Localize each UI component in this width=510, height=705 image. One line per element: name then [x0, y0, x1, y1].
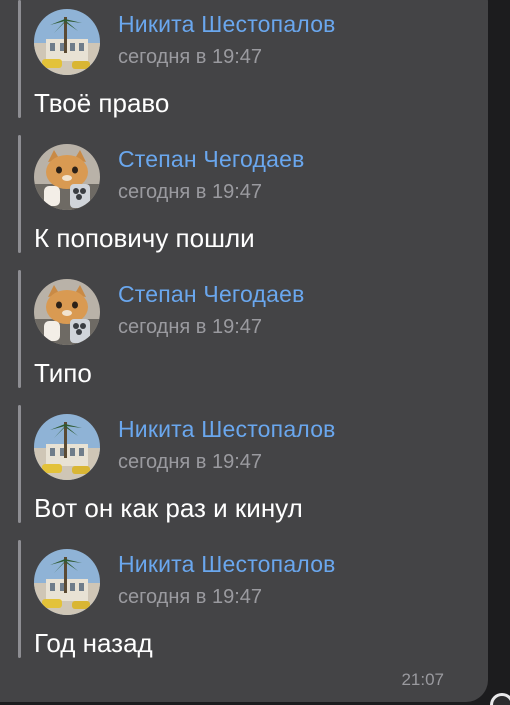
chat-screen: Никита Шестопалов сегодня в 19:47 Твоё п… — [0, 0, 510, 705]
message-timestamp: сегодня в 19:47 — [118, 46, 262, 68]
author-name[interactable]: Никита Шестопалов — [118, 416, 336, 443]
message-timestamp: сегодня в 19:47 — [118, 451, 262, 473]
sent-time: 21:07 — [401, 670, 444, 689]
author-name[interactable]: Степан Чегодаев — [118, 146, 305, 173]
forwarded-message[interactable]: Никита Шестопалов сегодня в 19:47 Твоё п… — [18, 0, 478, 118]
forward-quote-bar — [18, 0, 21, 118]
message-text: Год назад — [34, 628, 153, 658]
author-name[interactable]: Никита Шестопалов — [118, 11, 336, 38]
forward-quote-bar — [18, 405, 21, 523]
palm-building-avatar-icon[interactable] — [34, 414, 100, 480]
forward-quote-bar — [18, 540, 21, 658]
palm-building-avatar-icon[interactable] — [34, 9, 100, 75]
author-name[interactable]: Степан Чегодаев — [118, 281, 305, 308]
palm-building-avatar-icon[interactable] — [34, 549, 100, 615]
forwarded-message[interactable]: Никита Шестопалов сегодня в 19:47 Год на… — [18, 540, 478, 658]
forward-quote-bar — [18, 135, 21, 253]
forwarded-message[interactable]: Степан Чегодаев сегодня в 19:47 К попови… — [18, 135, 478, 253]
forwarded-message[interactable]: Степан Чегодаев сегодня в 19:47 Типо — [18, 270, 478, 388]
message-text: К поповичу пошли — [34, 223, 255, 253]
scroll-down-icon[interactable] — [480, 683, 510, 705]
message-timestamp: сегодня в 19:47 — [118, 316, 262, 338]
cat-phone-avatar-icon[interactable] — [34, 144, 100, 210]
message-timestamp: сегодня в 19:47 — [118, 586, 262, 608]
message-text: Типо — [34, 358, 92, 388]
cat-phone-avatar-icon[interactable] — [34, 279, 100, 345]
author-name[interactable]: Никита Шестопалов — [118, 551, 336, 578]
message-timestamp: сегодня в 19:47 — [118, 181, 262, 203]
message-text: Твоё право — [34, 88, 170, 118]
message-bubble[interactable]: Никита Шестопалов сегодня в 19:47 Твоё п… — [0, 0, 488, 702]
message-text: Вот он как раз и кинул — [34, 493, 303, 523]
forwarded-message[interactable]: Никита Шестопалов сегодня в 19:47 Вот он… — [18, 405, 478, 523]
forward-quote-bar — [18, 270, 21, 388]
